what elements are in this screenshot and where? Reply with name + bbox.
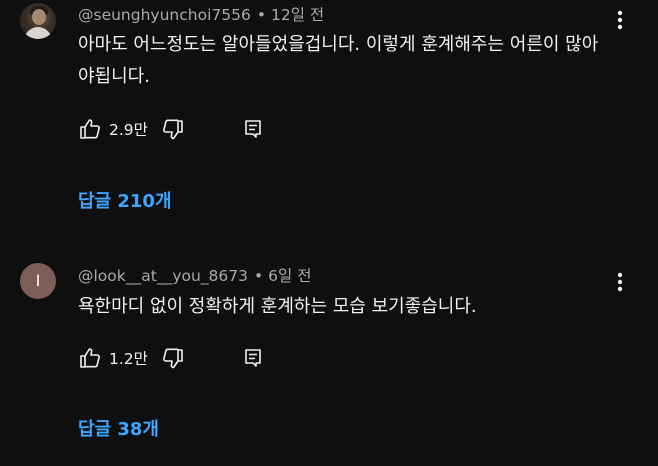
vertical-ellipsis-icon	[617, 272, 623, 292]
more-options-button[interactable]	[606, 268, 634, 296]
comment-actions: 1.2만	[78, 346, 265, 370]
reply-button[interactable]	[241, 346, 265, 370]
dislike-button[interactable]	[161, 346, 185, 370]
comment-time[interactable]: 6일 전	[268, 267, 311, 285]
like-count: 1.2만	[109, 350, 148, 368]
author-handle[interactable]: @look__at__you_8673	[78, 267, 248, 285]
meta-separator: •	[254, 267, 264, 285]
thumbs-down-icon	[162, 348, 183, 369]
view-replies-button[interactable]: 답글 38개	[78, 415, 159, 441]
like-button[interactable]	[78, 346, 102, 370]
reply-comment-icon	[245, 349, 261, 367]
thumbs-up-icon	[80, 348, 100, 368]
avatar[interactable]: I	[20, 263, 56, 299]
comment-thread-2: I @look__at__you_8673 • 6일 전 욕한마디 없이 정확하게 …	[0, 0, 658, 466]
comment-meta: @look__at__you_8673 • 6일 전	[78, 264, 311, 286]
comment-text: 욕한마디 없이 정확하게 훈계하는 모습 보기좋습니다.	[78, 296, 477, 317]
